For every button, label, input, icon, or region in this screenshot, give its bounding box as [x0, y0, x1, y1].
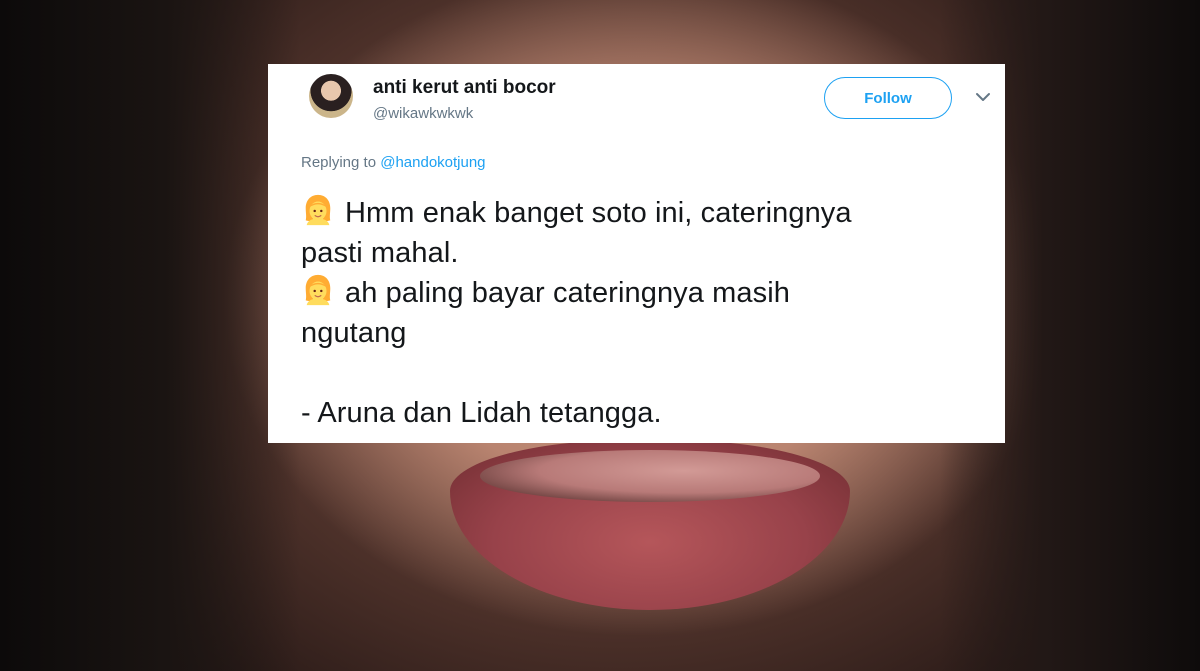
follow-button[interactable]: Follow [824, 77, 952, 119]
tweet-line: ah paling bayar cateringnya masih [301, 273, 991, 313]
tweet-card: anti kerut anti bocor @wikawkwkwk Follow… [268, 64, 1005, 443]
author-handle[interactable]: @wikawkwkwk [373, 105, 473, 122]
reply-target-link[interactable]: @handokotjung [380, 154, 485, 171]
person-blond-hair-emoji-icon [305, 194, 331, 226]
tweet-line-text: ah paling bayar cateringnya masih [345, 277, 791, 309]
reply-prefix: Replying to [301, 154, 377, 171]
tweet-line-text: Hmm enak banget soto ini, cateringnya [345, 197, 852, 229]
tweet-line: - Aruna dan Lidah tetangga. [301, 397, 662, 429]
avatar[interactable] [309, 74, 353, 118]
hair-shadow-left [0, 0, 300, 671]
reply-context: Replying to @handokotjung [301, 154, 486, 171]
person-blond-hair-emoji-icon [305, 274, 331, 306]
author-name[interactable]: anti kerut anti bocor [373, 77, 556, 99]
tweet-line: pasti mahal. [301, 237, 459, 269]
tweet-line: ngutang [301, 317, 407, 349]
chevron-down-icon[interactable] [974, 88, 992, 106]
tweet-line: Hmm enak banget soto ini, cateringnya [301, 193, 991, 233]
tongue-image [480, 450, 820, 502]
tweet-text: Hmm enak banget soto ini, cateringnya pa… [301, 193, 991, 433]
